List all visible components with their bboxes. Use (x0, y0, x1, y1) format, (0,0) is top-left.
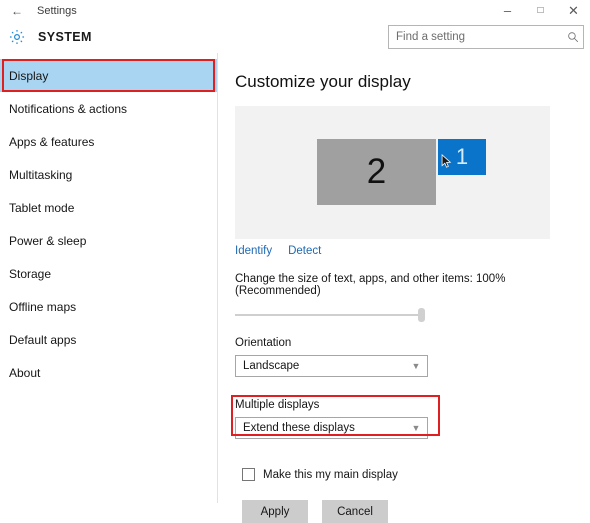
sidebar: Display Notifications & actions Apps & f… (0, 53, 218, 503)
sidebar-item-label: Tablet mode (9, 200, 75, 215)
page-section-title: SYSTEM (38, 30, 92, 44)
chevron-down-icon: ▼ (411, 423, 421, 433)
apply-button[interactable]: Apply (242, 500, 308, 523)
sidebar-item-storage[interactable]: Storage (0, 257, 217, 290)
sidebar-item-tablet-mode[interactable]: Tablet mode (0, 191, 217, 224)
sidebar-item-multitasking[interactable]: Multitasking (0, 158, 217, 191)
sidebar-item-power-sleep[interactable]: Power & sleep (0, 224, 217, 257)
multiple-displays-label: Multiple displays (235, 399, 320, 411)
chevron-down-icon: ▼ (411, 361, 421, 371)
main-display-checkbox[interactable] (242, 468, 255, 481)
scale-slider[interactable] (235, 308, 425, 322)
search-input[interactable] (389, 27, 563, 47)
content-pane: Customize your display 2 1 Identify Dete… (218, 53, 590, 523)
search-icon (563, 31, 583, 43)
sidebar-item-label: About (9, 365, 41, 380)
monitor-number: 1 (455, 144, 469, 169)
orientation-value: Landscape (243, 360, 300, 372)
title-bar: ← Settings – □ ✕ (0, 0, 590, 21)
sidebar-item-label: Power & sleep (9, 233, 87, 248)
multiple-displays-value: Extend these displays (243, 422, 355, 434)
close-button[interactable]: ✕ (557, 0, 590, 21)
sidebar-item-offline-maps[interactable]: Offline maps (0, 290, 217, 323)
orientation-dropdown[interactable]: Landscape ▼ (235, 355, 428, 377)
sidebar-item-display[interactable]: Display (0, 59, 217, 92)
minimize-button[interactable]: – (491, 0, 524, 21)
page-title: Customize your display (235, 72, 411, 91)
sidebar-item-label: Storage (9, 266, 52, 281)
sidebar-item-default-apps[interactable]: Default apps (0, 323, 217, 356)
multiple-displays-section: Multiple displays Extend these displays … (231, 395, 444, 439)
settings-header: SYSTEM (0, 21, 590, 53)
maximize-button[interactable]: □ (524, 0, 557, 21)
sidebar-item-display-wrap: Display (0, 59, 217, 92)
sidebar-item-notifications-actions[interactable]: Notifications & actions (0, 92, 217, 125)
sidebar-item-about[interactable]: About (0, 356, 217, 389)
sidebar-item-label: Apps & features (9, 134, 95, 149)
window-controls: – □ ✕ (491, 0, 590, 21)
sidebar-item-label: Offline maps (9, 299, 77, 314)
slider-track (235, 314, 425, 316)
action-buttons: Apply Cancel (242, 500, 590, 523)
sidebar-item-label: Display (9, 68, 49, 83)
monitor-tile-2[interactable]: 2 (317, 139, 436, 205)
monitor-number: 2 (366, 152, 387, 191)
main-display-checkbox-label: Make this my main display (263, 468, 398, 481)
mouse-pointer-icon (441, 154, 452, 168)
gear-icon (7, 27, 27, 47)
scale-label: Change the size of text, apps, and other… (235, 273, 506, 297)
main-display-checkbox-row[interactable]: Make this my main display (242, 468, 590, 481)
search-box[interactable] (388, 25, 584, 49)
body: Display Notifications & actions Apps & f… (0, 53, 590, 523)
detect-link[interactable]: Detect (288, 245, 321, 257)
back-arrow-icon[interactable]: ← (0, 0, 34, 21)
slider-thumb[interactable] (418, 308, 425, 322)
sidebar-item-label: Multitasking (9, 167, 73, 182)
display-arrangement-preview[interactable]: 2 1 (235, 106, 550, 239)
window-title: Settings (37, 4, 77, 17)
orientation-label: Orientation (235, 337, 292, 349)
identify-link[interactable]: Identify (235, 245, 272, 257)
sidebar-item-apps-features[interactable]: Apps & features (0, 125, 217, 158)
sidebar-item-label: Notifications & actions (9, 101, 128, 116)
cancel-button[interactable]: Cancel (322, 500, 388, 523)
multiple-displays-dropdown[interactable]: Extend these displays ▼ (235, 417, 428, 439)
sidebar-item-label: Default apps (9, 332, 77, 347)
display-links: Identify Detect (235, 245, 590, 257)
